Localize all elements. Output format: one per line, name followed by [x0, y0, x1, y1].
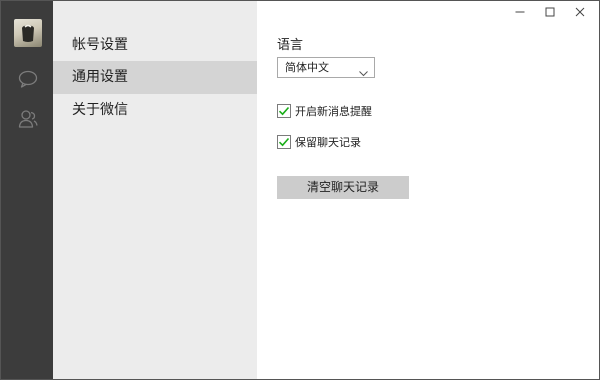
checkmark-icon: [278, 137, 290, 147]
new-message-alert-label: 开启新消息提醒: [295, 105, 372, 118]
general-settings-panel: 语言 简体中文 开启新消息提醒 保留聊天记录 清空聊天记录: [257, 1, 599, 379]
new-message-alert-option[interactable]: 开启新消息提醒: [277, 103, 372, 119]
language-select-value: 简体中文: [285, 61, 329, 74]
language-select[interactable]: 简体中文: [277, 57, 375, 78]
keep-chat-history-label: 保留聊天记录: [295, 136, 361, 149]
keep-chat-history-checkbox[interactable]: [277, 135, 291, 149]
chevron-down-icon: [359, 64, 368, 83]
menu-item-about-wechat[interactable]: 关于微信: [53, 94, 257, 127]
checkmark-icon: [278, 106, 290, 116]
settings-menu: 帐号设置 通用设置 关于微信: [53, 1, 257, 379]
new-message-alert-checkbox[interactable]: [277, 104, 291, 118]
menu-item-account-settings[interactable]: 帐号设置: [53, 29, 257, 62]
wechat-settings-window: 帐号设置 通用设置 关于微信 语言 简体中文 开启新消息提醒 保留聊天记录 清空…: [0, 0, 600, 380]
keep-chat-history-option[interactable]: 保留聊天记录: [277, 134, 361, 150]
icon-rail: [1, 1, 53, 379]
language-label: 语言: [277, 38, 304, 53]
clear-chat-history-button[interactable]: 清空聊天记录: [277, 176, 409, 199]
menu-item-general-settings[interactable]: 通用设置: [53, 61, 257, 94]
avatar[interactable]: [14, 19, 42, 47]
chat-icon[interactable]: [17, 68, 39, 90]
contacts-icon[interactable]: [17, 108, 39, 130]
